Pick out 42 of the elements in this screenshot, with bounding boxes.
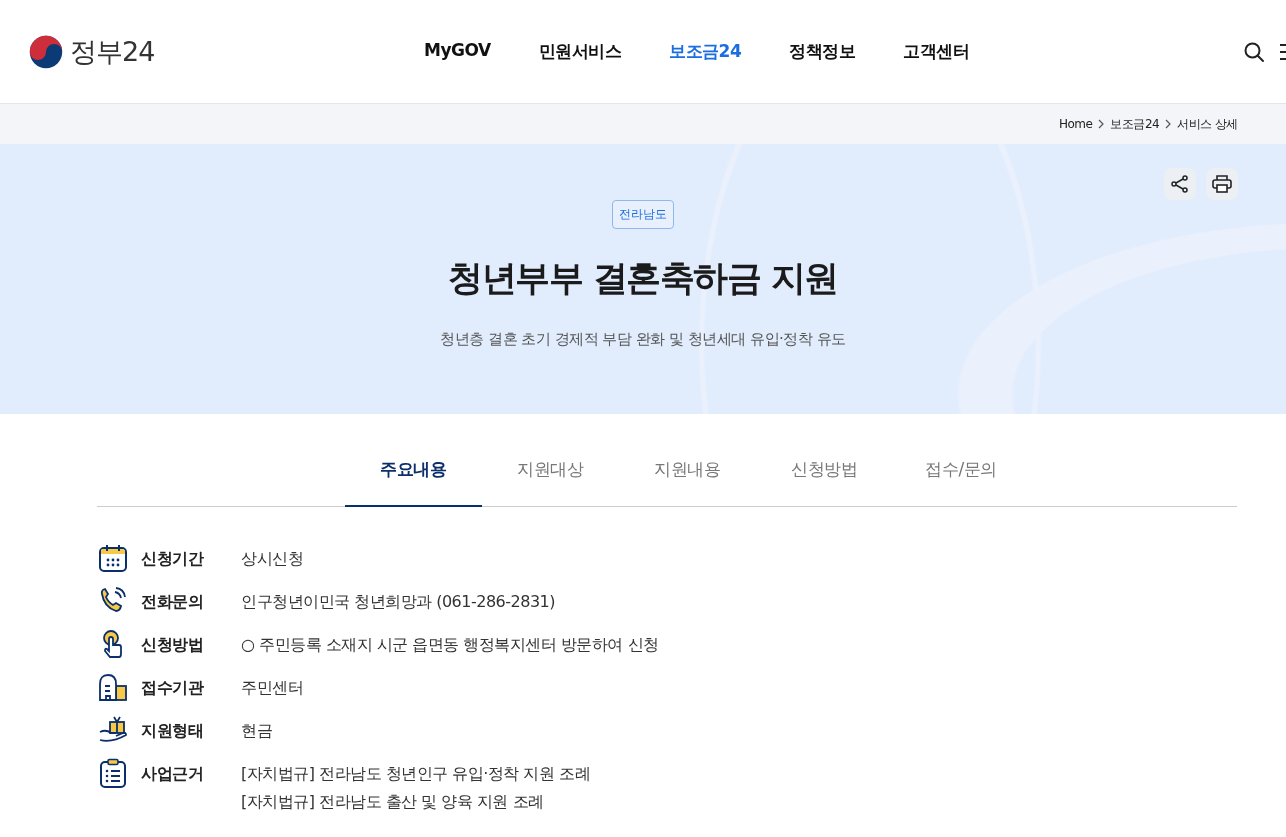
detail-label: 지원형태: [141, 720, 204, 742]
breadcrumb-link[interactable]: 보조금24: [1110, 115, 1160, 133]
page-title: 청년부부 결혼축하금 지원: [448, 257, 838, 300]
detail-value: 현금: [241, 720, 272, 742]
hand-with-gift-icon: [98, 715, 128, 745]
section-tab[interactable]: 접수/문의: [892, 440, 1030, 507]
nav-link[interactable]: MyGOV: [424, 40, 491, 63]
logo-text[interactable]: 정부24: [70, 33, 155, 70]
detail-value: 상시신청: [241, 548, 303, 570]
detail-value: ○ 주민등록 소재지 시군 읍면동 행정복지센터 방문하여 신청: [241, 634, 659, 656]
section-tab[interactable]: 신청방법: [755, 440, 893, 507]
nav-link[interactable]: 정책정보: [789, 40, 856, 63]
page-subtitle: 청년층 결혼 초기 경제적 부담 완화 및 청년세대 유입·정착 유도: [440, 330, 846, 349]
section-tab[interactable]: 지원대상: [481, 440, 619, 507]
region-tag: 전라남도: [612, 200, 674, 229]
nav-link[interactable]: 보조금24: [669, 40, 742, 63]
detail-label: 신청방법: [141, 634, 204, 656]
printer-icon: [1211, 174, 1233, 194]
detail-value: 주민센터: [241, 677, 303, 699]
section-tab[interactable]: 주요내용: [344, 440, 482, 507]
building-icon: [98, 672, 128, 702]
chevron-right-icon: [1098, 119, 1105, 129]
detail-label: 전화문의: [141, 591, 204, 613]
print-button[interactable]: [1206, 168, 1238, 200]
detail-label: 사업근거: [141, 763, 204, 785]
breadcrumb-link[interactable]: 서비스 상세: [1177, 115, 1238, 133]
share-icon: [1170, 174, 1190, 194]
detail-label: 접수기관: [141, 677, 205, 699]
clipboard-list-icon: [98, 758, 128, 788]
section-tab[interactable]: 지원내용: [618, 440, 756, 507]
nav-link[interactable]: 민원서비스: [538, 40, 622, 63]
nav-link[interactable]: 고객센터: [903, 40, 970, 63]
calendar-icon: [98, 543, 128, 573]
menu-icon[interactable]: [1280, 42, 1286, 61]
detail-label: 신청기간: [141, 548, 205, 570]
detail-value: 인구청년이민국 청년희망과 (061-286-2831): [241, 591, 555, 613]
breadcrumb-link[interactable]: Home: [1058, 117, 1093, 131]
logo-emblem-icon[interactable]: [28, 33, 64, 70]
detail-value: [자치법규] 전라남도 출산 및 양육 지원 조례: [241, 791, 545, 813]
detail-value: [자치법규] 전라남도 청년인구 유입·정착 지원 조례: [241, 763, 590, 785]
share-button[interactable]: [1164, 168, 1196, 200]
chevron-right-icon: [1165, 119, 1172, 129]
